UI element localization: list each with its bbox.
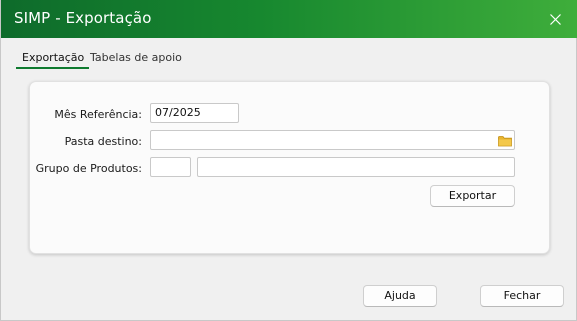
exportar-button[interactable]: Exportar	[430, 185, 515, 207]
export-dialog: SIMP - Exportação Exportação Tabelas de …	[0, 0, 577, 321]
mes-referencia-input[interactable]: 07/2025	[150, 103, 239, 123]
grupo-produtos-description-input[interactable]	[197, 157, 515, 177]
ajuda-button[interactable]: Ajuda	[363, 285, 437, 307]
folder-icon[interactable]	[498, 135, 512, 147]
window-title: SIMP - Exportação	[14, 9, 152, 27]
export-panel: Mês Referência: 07/2025 Pasta destino: G…	[29, 81, 550, 254]
close-icon	[549, 13, 561, 25]
mes-referencia-label: Mês Referência:	[54, 108, 142, 121]
tab-tabelas-de-apoio[interactable]: Tabelas de apoio	[90, 49, 182, 67]
grupo-produtos-label: Grupo de Produtos:	[35, 162, 142, 175]
title-bar[interactable]: SIMP - Exportação	[1, 0, 577, 38]
close-button[interactable]	[540, 4, 570, 34]
tab-exportacao[interactable]: Exportação	[16, 49, 90, 69]
grupo-produtos-code-input[interactable]	[150, 157, 191, 177]
pasta-destino-label: Pasta destino:	[64, 135, 142, 148]
fechar-button[interactable]: Fechar	[480, 285, 564, 307]
pasta-destino-input[interactable]	[150, 130, 515, 150]
